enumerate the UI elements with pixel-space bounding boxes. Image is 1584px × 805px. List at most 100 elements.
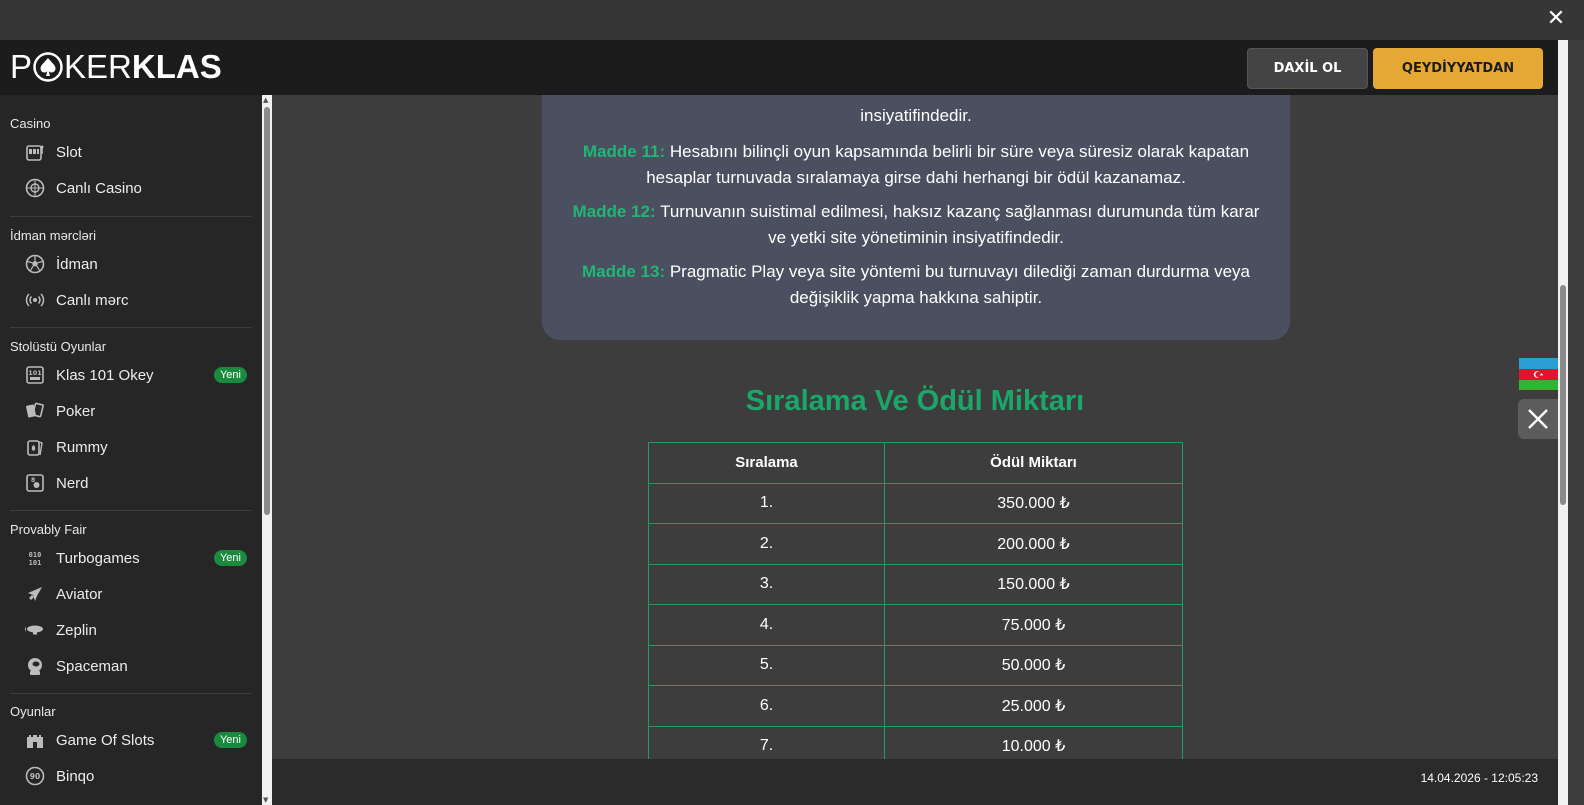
sidebar-item-label: Canlı Casino (56, 179, 142, 197)
divider (10, 510, 252, 511)
cards-icon (24, 400, 46, 422)
section-title-games: Oyunlar (10, 704, 56, 719)
page-scroll-thumb[interactable] (1560, 285, 1566, 505)
nerd-card-icon: 8 (24, 472, 46, 494)
main-content: insiyatifindedir. Madde 11: Hesabını bil… (272, 95, 1558, 759)
divider (10, 693, 252, 694)
sidebar-item-live-bet[interactable]: Canlı mərc (24, 285, 254, 315)
prize-cell: 10.000 ₺ (884, 725, 1183, 759)
live-broadcast-icon (24, 289, 46, 311)
sidebar: Casino Slot Canlı Casino İdman mərcləri … (0, 95, 262, 805)
turbogames-icon: 010 101 (24, 547, 46, 569)
prize-cell: 75.000 ₺ (884, 604, 1183, 646)
svg-text:010: 010 (29, 551, 42, 559)
header-rank: Sıralama (648, 442, 885, 484)
logo-text-ker: KER (64, 48, 132, 85)
prize-cell: 200.000 ₺ (884, 523, 1183, 565)
rule-text: Pragmatic Play veya site yöntemi bu turn… (665, 262, 1251, 307)
rummy-cards-icon (24, 436, 46, 458)
soccer-ball-icon (24, 253, 46, 275)
sidebar-item-poker[interactable]: Poker (24, 396, 254, 426)
sidebar-scroll-thumb[interactable] (264, 107, 270, 515)
sidebar-item-spaceman[interactable]: Spaceman (24, 651, 254, 681)
table-header-row: Sıralama Ödül Miktarı (648, 442, 1183, 484)
bingo-ball-icon: 90 (24, 765, 46, 787)
sidebar-item-rummy[interactable]: Rummy (24, 432, 254, 462)
sidebar-item-label: Game Of Slots (56, 731, 155, 749)
scroll-down-arrow-icon[interactable]: ▼ (263, 796, 268, 804)
sidebar-item-label: Poker (56, 402, 96, 420)
rule-item-12: Madde 12: Turnuvanın suistimal edilmesi,… (562, 199, 1270, 251)
sidebar-item-label: Slot (56, 143, 82, 161)
svg-text:101: 101 (28, 369, 42, 377)
sidebar-item-label: Aviator (56, 585, 103, 603)
roulette-icon (24, 177, 46, 199)
new-badge: Yeni (213, 367, 247, 383)
sidebar-item-turbogames[interactable]: 010 101 Turbogames Yeni (24, 543, 254, 573)
zeppelin-icon (24, 619, 46, 641)
rule-number: Madde 12: (572, 202, 656, 221)
close-icon[interactable]: ✕ (1542, 5, 1570, 33)
sidebar-item-label: Klas 101 Okey (56, 366, 154, 384)
rank-cell: 2. (648, 523, 885, 565)
sidebar-item-zeplin[interactable]: Zeplin (24, 615, 254, 645)
sidebar-item-label: Spaceman (56, 657, 128, 675)
login-button[interactable]: DAXİL OL (1247, 48, 1368, 89)
sidebar-item-aviator[interactable]: Aviator (24, 579, 254, 609)
rule-item-13: Madde 13: Pragmatic Play veya site yönte… (562, 259, 1270, 311)
sidebar-item-bingo[interactable]: 90 Binqo (24, 761, 254, 791)
okey-tile-icon: 101 (24, 364, 46, 386)
table-row: 7. 10.000 ₺ (648, 725, 1183, 759)
rule-text: Hesabını bilinçli oyun kapsamında belirl… (646, 142, 1250, 187)
rank-cell: 1. (648, 482, 885, 524)
rank-cell: 5. (648, 644, 885, 686)
new-badge: Yeni (213, 550, 247, 566)
table-row: 2. 200.000 ₺ (648, 523, 1183, 565)
azerbaijan-flag-icon[interactable] (1519, 358, 1558, 390)
table-row: 4. 75.000 ₺ (648, 604, 1183, 646)
site-header: P KER KLAS DAXİL OL QEYDİYYATDAN (0, 40, 1558, 95)
svg-text:101: 101 (29, 559, 42, 567)
register-button[interactable]: QEYDİYYATDAN (1373, 48, 1543, 89)
astronaut-icon (24, 655, 46, 677)
prize-cell: 50.000 ₺ (884, 644, 1183, 686)
logo-text-klas: KLAS (131, 48, 222, 85)
timestamp: 14.04.2026 - 12:05:23 (1420, 771, 1538, 785)
sidebar-item-sports[interactable]: İdman (24, 249, 254, 279)
top-strip: ✕ (0, 0, 1584, 40)
close-panel-icon[interactable] (1518, 399, 1558, 439)
sidebar-item-label: Turbogames (56, 549, 140, 567)
prize-cell: 25.000 ₺ (884, 685, 1183, 727)
rule-continuation: insiyatifindedir. (860, 106, 972, 125)
sidebar-item-label: Zeplin (56, 621, 97, 639)
scroll-up-arrow-icon[interactable]: ▲ (263, 96, 268, 104)
page-scrollbar[interactable] (1558, 40, 1568, 805)
sidebar-item-nerd[interactable]: 8 Nerd (24, 468, 254, 498)
sidebar-scrollbar[interactable]: ▲ ▼ (262, 95, 272, 805)
logo-text-p: P (10, 48, 33, 85)
divider (10, 216, 252, 217)
section-title-provably-fair: Provably Fair (10, 522, 87, 537)
prize-cell: 350.000 ₺ (884, 482, 1183, 524)
rank-cell: 6. (648, 685, 885, 727)
section-title-table-games: Stolüstü Oyunlar (10, 339, 107, 354)
sidebar-item-label: Rummy (56, 438, 108, 456)
pokerklas-logo[interactable]: P KER KLAS (10, 48, 222, 85)
sidebar-item-klas-101-okey[interactable]: 101 Klas 101 Okey Yeni (24, 360, 254, 390)
sidebar-item-live-casino[interactable]: Canlı Casino (24, 173, 254, 203)
footer-bar: 14.04.2026 - 12:05:23 (272, 759, 1558, 805)
sidebar-item-label: Canlı mərc (56, 291, 129, 309)
sidebar-item-label: İdman (56, 255, 98, 273)
ranking-title: Sıralama Ve Ödül Miktarı (745, 385, 1085, 417)
rule-item-11: Madde 11: Hesabını bilinçli oyun kapsamı… (562, 139, 1270, 191)
rule-number: Madde 11: (582, 142, 666, 161)
rule-number: Madde 13: (581, 262, 666, 281)
header-prize: Ödül Miktarı (884, 442, 1183, 484)
table-row: 1. 350.000 ₺ (648, 482, 1183, 524)
castle-icon (24, 729, 46, 751)
section-title-casino: Casino (10, 116, 51, 131)
airplane-icon (24, 583, 46, 605)
sidebar-item-game-of-slots[interactable]: Game Of Slots Yeni (24, 725, 254, 755)
sidebar-item-slot[interactable]: Slot (24, 137, 254, 167)
new-badge: Yeni (213, 732, 247, 748)
